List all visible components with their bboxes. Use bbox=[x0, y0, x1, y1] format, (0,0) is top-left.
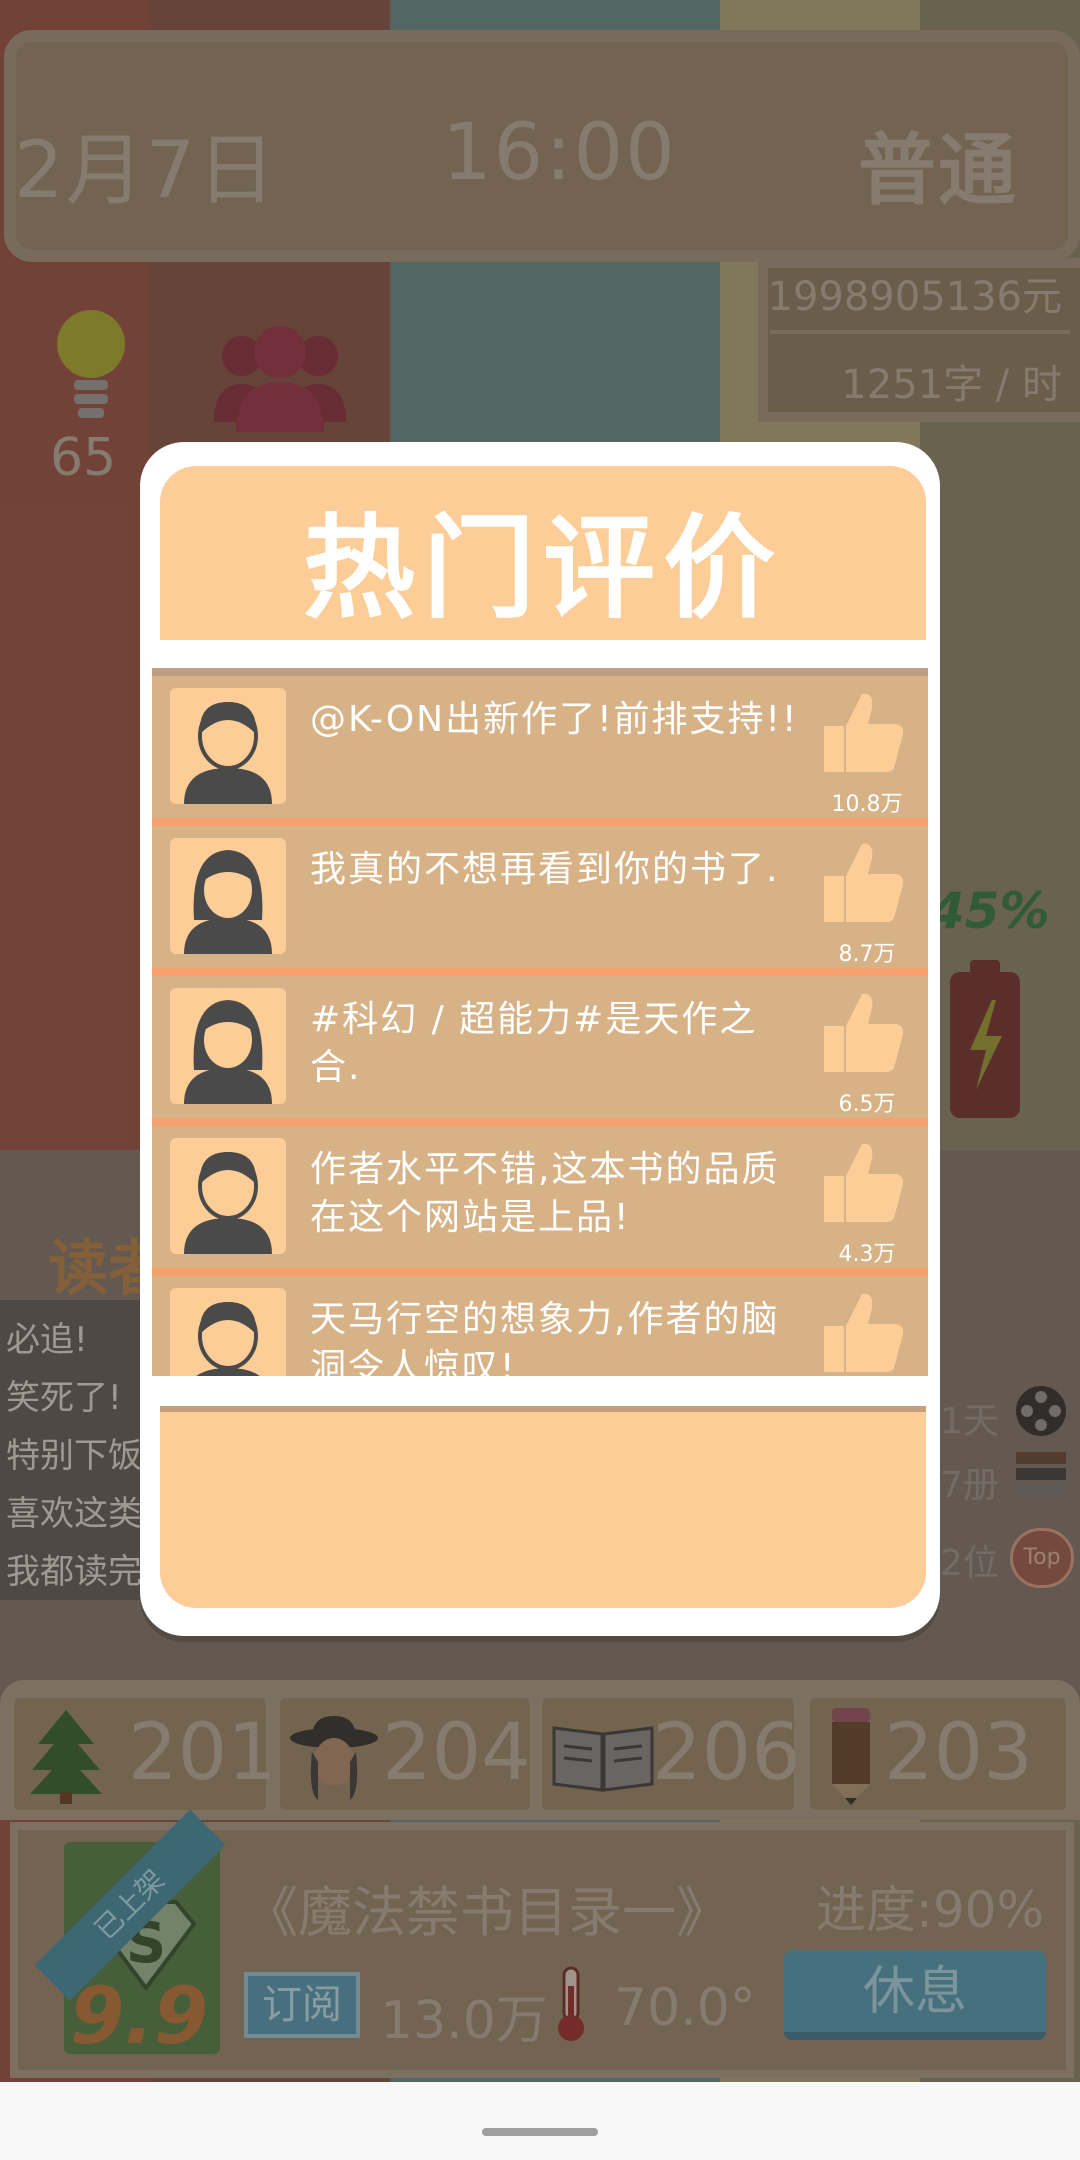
comment-row: @K-ON出新作了!前排支持!! 10.8万 bbox=[152, 676, 928, 818]
avatar bbox=[170, 688, 286, 804]
comment-text: 我真的不想再看到你的书了. bbox=[310, 849, 780, 890]
avatar bbox=[170, 838, 286, 954]
thumbs-up-icon[interactable] bbox=[822, 840, 908, 924]
comment-row: #科幻 / 超能力#是天作之合. 6.5万 bbox=[152, 976, 928, 1118]
female-avatar-icon bbox=[184, 1000, 272, 1104]
female-avatar-icon bbox=[184, 850, 272, 954]
comment-text: 天马行空的想象力,作者的脑洞令人惊叹! bbox=[310, 1299, 780, 1376]
home-gesture-handle[interactable] bbox=[482, 2128, 598, 2136]
avatar bbox=[170, 1288, 286, 1376]
avatar bbox=[170, 1138, 286, 1254]
thumbs-up-icon[interactable] bbox=[822, 1290, 908, 1374]
comment-row: 我真的不想再看到你的书了. 8.7万 bbox=[152, 826, 928, 968]
list-bottom-divider bbox=[160, 1380, 926, 1394]
like-count: 4.3万 bbox=[838, 1242, 896, 1267]
system-nav-bar bbox=[0, 2082, 1080, 2160]
comment-row: 天马行空的想象力,作者的脑洞令人惊叹! bbox=[152, 1276, 928, 1376]
comment-text: @K-ON出新作了!前排支持!! bbox=[310, 699, 799, 740]
comments-list[interactable]: @K-ON出新作了!前排支持!! 10.8万 我真的不想再看到你的书了. 8.7… bbox=[152, 676, 928, 1376]
male-avatar-icon bbox=[184, 702, 272, 804]
male-avatar-icon bbox=[196, 1302, 260, 1376]
comment-text: 作者水平不错,这本书的品质在这个网站是上品! bbox=[310, 1149, 780, 1238]
thumbs-up-icon[interactable] bbox=[822, 690, 908, 774]
thumbs-up-icon[interactable] bbox=[822, 1140, 908, 1224]
comment-text: #科幻 / 超能力#是天作之合. bbox=[310, 999, 758, 1088]
dialog-title: 热门评价 bbox=[303, 504, 783, 634]
like-count: 8.7万 bbox=[838, 942, 896, 967]
comment-row: 作者水平不错,这本书的品质在这个网站是上品! 4.3万 bbox=[152, 1126, 928, 1268]
like-count: 10.8万 bbox=[831, 792, 903, 817]
header-divider bbox=[152, 668, 928, 676]
like-count: 6.5万 bbox=[838, 1092, 896, 1117]
avatar bbox=[170, 988, 286, 1104]
dialog-footer bbox=[160, 1406, 926, 1608]
male-avatar-icon bbox=[184, 1152, 272, 1254]
thumbs-up-icon[interactable] bbox=[822, 990, 908, 1074]
